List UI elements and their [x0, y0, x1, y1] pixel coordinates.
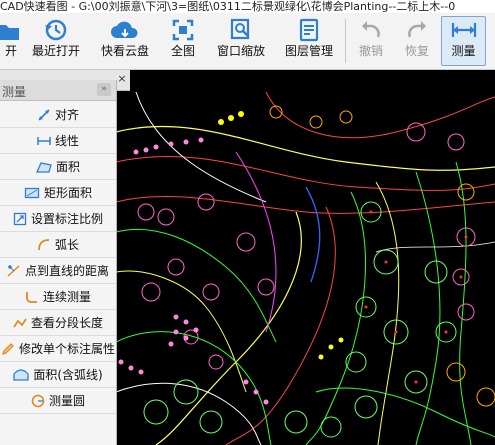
measure-area-item[interactable]: 面积 — [0, 154, 116, 180]
cloud-icon — [111, 21, 138, 38]
rectangle-area-icon — [24, 187, 40, 198]
point-line-distance-icon — [7, 264, 20, 277]
set-annotation-scale-item[interactable]: 设置标注比例 — [0, 206, 116, 232]
measure-align-item[interactable]: 对齐 — [0, 102, 116, 128]
zoom-window-button[interactable]: 窗口缩放 — [212, 17, 270, 65]
main-toolbar: 开 最近打开 快看云盘 全图 窗口缩放 图层管理 撤销 恢复 测量 — [0, 13, 495, 70]
ruler-icon — [451, 23, 476, 37]
align-measure-icon — [38, 108, 50, 121]
tab-close-button[interactable]: × — [116, 73, 128, 85]
recent-open-button[interactable]: 最近打开 — [27, 17, 85, 65]
undo-icon — [362, 21, 380, 38]
full-view-button[interactable]: 全图 — [165, 17, 201, 65]
drawing-canvas[interactable] — [116, 92, 495, 445]
measure-panel: 测量 » 对齐 线性 面积 矩形面积 设置标注比例 弧长 点到直线的距离 连续测… — [0, 80, 117, 445]
folder-open-icon — [0, 25, 19, 40]
measure-rectangle-area-item[interactable]: 矩形面积 — [0, 180, 116, 206]
measure-button[interactable]: 测量 — [441, 16, 486, 66]
panel-collapse-button[interactable]: » — [97, 83, 111, 96]
open-button[interactable]: 开 — [0, 17, 22, 65]
undo-button[interactable]: 撤销 — [351, 17, 391, 65]
edit-annotation-icon — [2, 342, 14, 355]
panel-header: 测量 » — [0, 80, 116, 101]
continuous-measure-icon — [26, 291, 37, 303]
fit-view-icon — [172, 19, 194, 41]
redo-button[interactable]: 恢复 — [397, 17, 437, 65]
clock-history-icon — [45, 19, 67, 41]
area-icon — [35, 161, 52, 173]
continuous-measure-item[interactable]: 连续测量 — [0, 284, 116, 310]
zoom-window-icon — [230, 18, 250, 40]
measure-arc-length-item[interactable]: 弧长 — [0, 232, 116, 258]
layers-icon — [299, 18, 319, 42]
edit-single-annotation-item[interactable]: 修改单个标注属性 — [0, 336, 116, 362]
panel-title: 测量 — [2, 85, 27, 99]
window-title: CAD快速看图 - G:\00刘振意\下河\3=图纸\0311二标景观绿化\花博… — [0, 0, 495, 13]
scale-set-icon — [13, 212, 27, 225]
point-line-distance-item[interactable]: 点到直线的距离 — [0, 258, 116, 284]
toolbar-separator — [345, 19, 346, 63]
measure-circle-item[interactable]: 测量圆 — [0, 388, 116, 414]
cloud-drive-button[interactable]: 快看云盘 — [96, 17, 154, 65]
measure-linear-item[interactable]: 线性 — [0, 128, 116, 154]
redo-icon — [408, 21, 426, 38]
cad-drawing — [116, 92, 495, 445]
linear-measure-icon — [37, 136, 51, 145]
segment-length-icon — [13, 318, 27, 327]
area-with-arc-item[interactable]: 面积(含弧线) — [0, 362, 116, 388]
layer-manager-button[interactable]: 图层管理 — [280, 17, 338, 65]
circle-measure-icon — [31, 394, 45, 407]
arc-area-icon — [13, 368, 29, 381]
view-segment-length-item[interactable]: 查看分段长度 — [0, 310, 116, 336]
arc-length-icon — [38, 238, 50, 250]
